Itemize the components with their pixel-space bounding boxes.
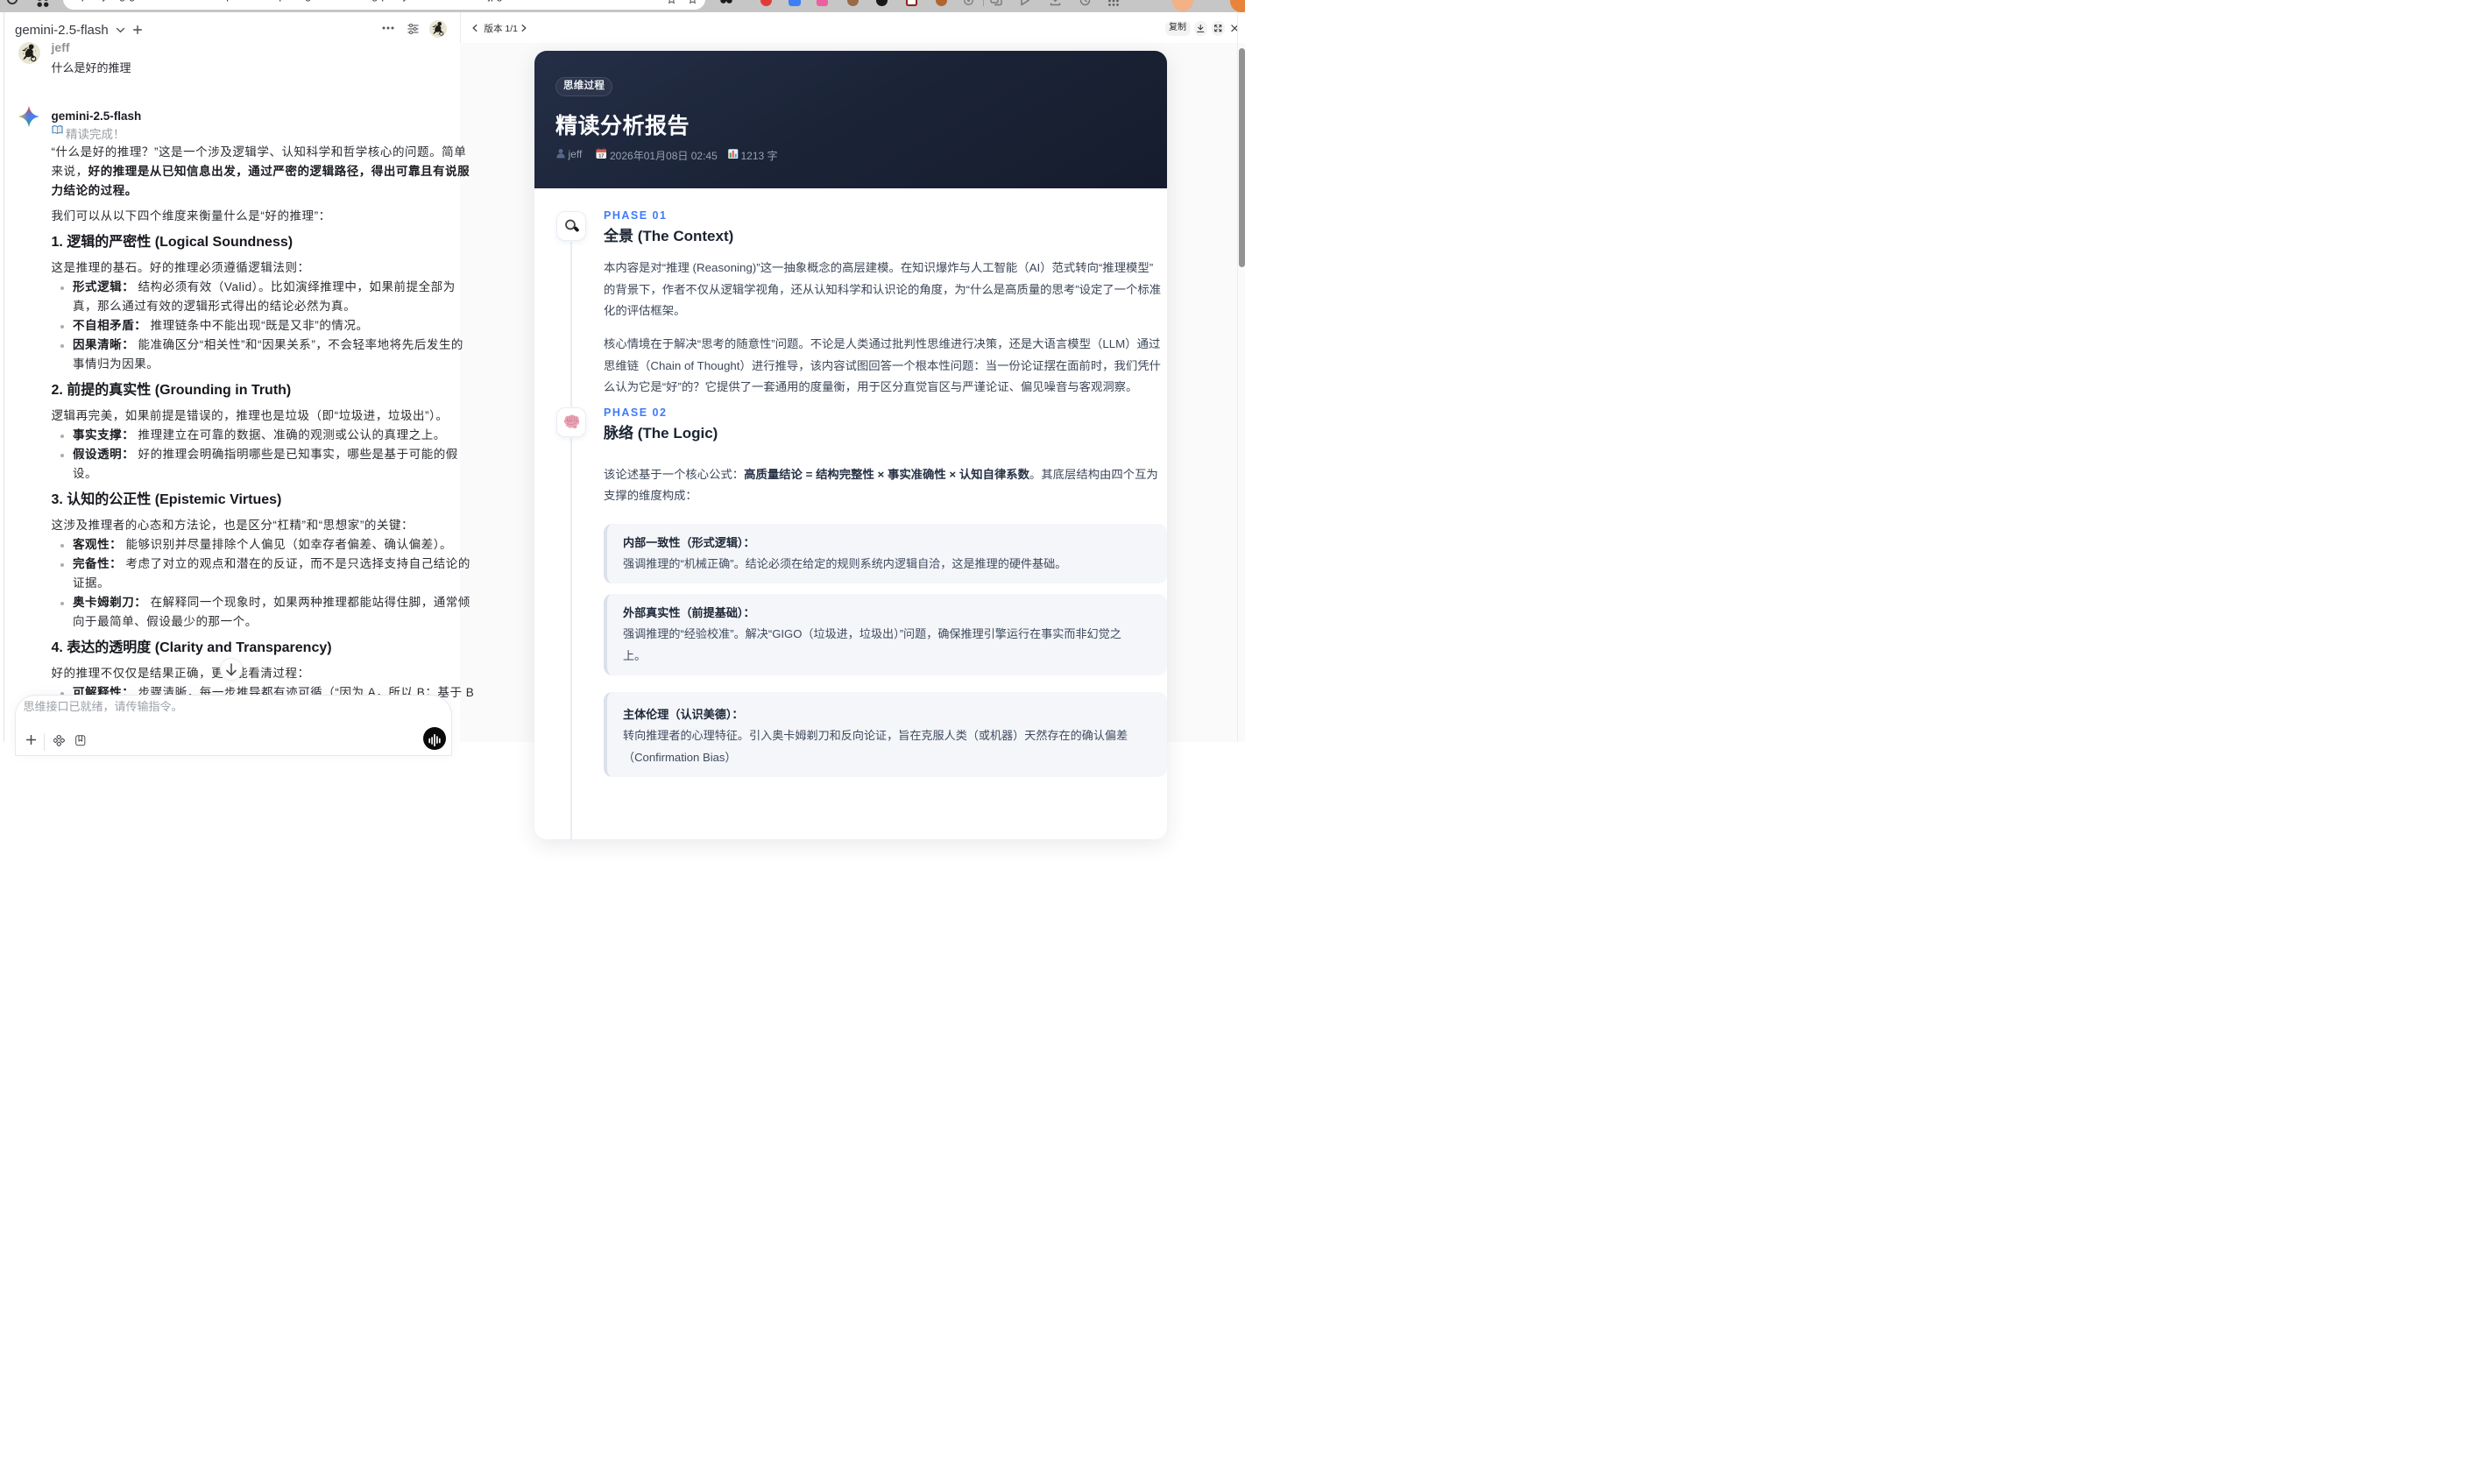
svg-text:17: 17	[598, 153, 604, 159]
